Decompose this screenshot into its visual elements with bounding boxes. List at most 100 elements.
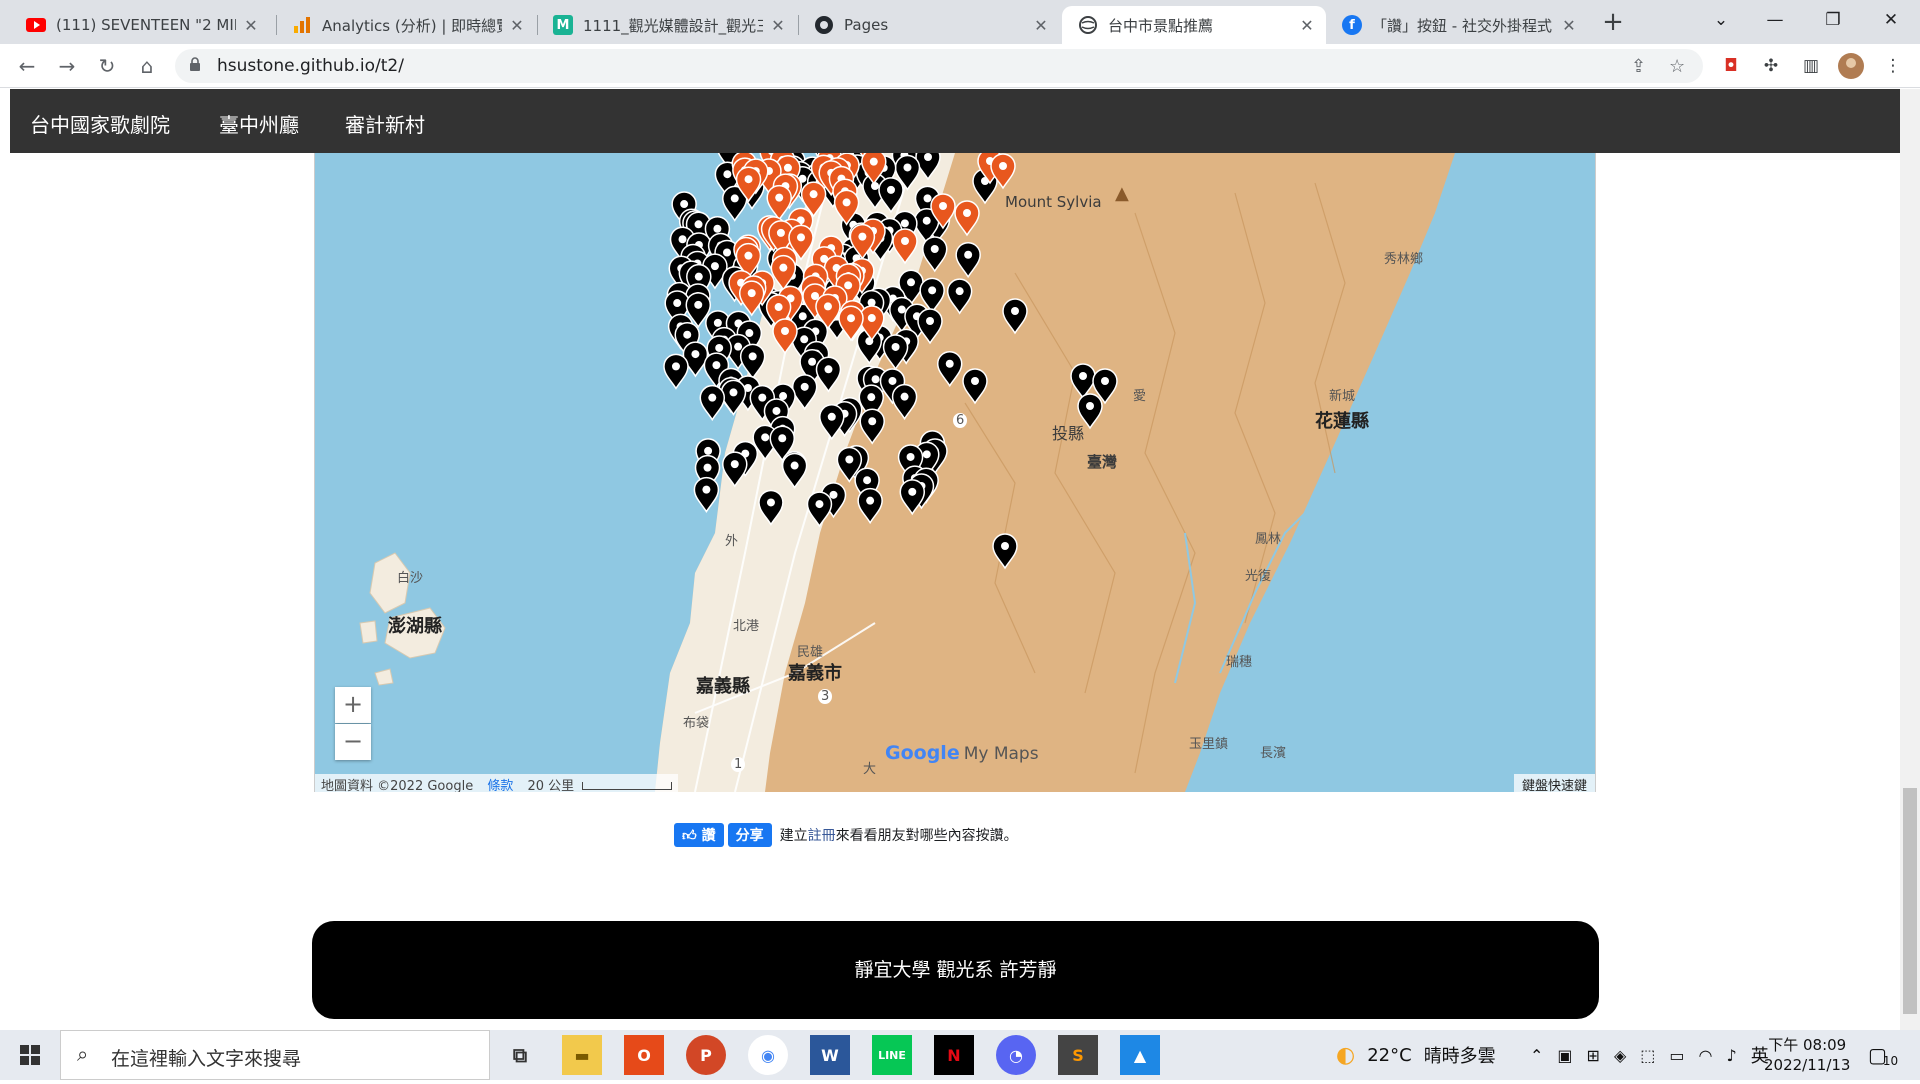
map-label-xiulin: 秀林鄉 <box>1384 252 1424 267</box>
close-tab-icon[interactable]: ✕ <box>1032 16 1050 35</box>
map-label-baisha: 白沙 <box>397 571 424 586</box>
chevron-up-icon[interactable]: ⌃ <box>1530 1046 1543 1065</box>
zoom-in-button[interactable]: + <box>335 687 371 723</box>
address-bar[interactable]: hsustone.github.io/t2/ ⇪ ☆ <box>175 49 1703 83</box>
tab-title: Analytics (分析) | 即時總覽 <box>322 16 502 35</box>
extensions-icon[interactable]: ✣ <box>1758 53 1784 79</box>
google-my-map[interactable]: Mount Sylvia ▲ 秀林鄉 新城 花蓮縣 臺灣 投縣 鳳林 光復 瑞穗… <box>314 153 1596 792</box>
taskbar-search-input[interactable]: ⌕ 在這裡輸入文字來搜尋 <box>60 1030 490 1080</box>
map-label-fenglin: 鳳林 <box>1255 532 1282 547</box>
map-label-ruisui: 瑞穗 <box>1226 655 1253 670</box>
tray-app-icon[interactable]: ▣ <box>1557 1046 1572 1065</box>
page-scrollbar[interactable] <box>1900 89 1920 1030</box>
netflix-icon[interactable]: N <box>934 1035 974 1075</box>
tab-active[interactable]: 台中市景點推薦 ✕ <box>1062 6 1326 44</box>
office-icon[interactable]: O <box>624 1035 664 1075</box>
tab-title: (111) SEVENTEEN "2 MINU <box>56 16 236 34</box>
weather-widget[interactable]: ◐ 22°C 晴時多雲 <box>1336 1030 1496 1080</box>
messenger-icon[interactable]: ◔ <box>996 1035 1036 1075</box>
battery-icon[interactable]: ▭ <box>1669 1046 1684 1065</box>
map-label-county: 投縣 <box>1052 424 1085 443</box>
home-icon[interactable]: ⌂ <box>132 51 162 81</box>
line-icon[interactable]: LINE <box>872 1035 912 1075</box>
close-tab-icon[interactable]: ✕ <box>1298 16 1316 35</box>
tab-youtube[interactable]: (111) SEVENTEEN "2 MINU ✕ <box>10 6 270 44</box>
map-marker[interactable] <box>663 353 689 390</box>
close-tab-icon[interactable]: ✕ <box>769 16 787 35</box>
back-icon[interactable]: ← <box>12 51 42 81</box>
tab-title: 「讚」按鈕 - 社交外掛程式 <box>1372 16 1552 35</box>
notification-center[interactable]: ▢ 10 <box>1868 1030 1898 1080</box>
tab-facebook[interactable]: f 「讚」按鈕 - 社交外掛程式 ✕ <box>1326 6 1588 44</box>
wifi-icon[interactable]: ◠ <box>1699 1046 1713 1065</box>
chrome-icon[interactable]: ◉ <box>748 1035 788 1075</box>
map-label-chiayi-county: 嘉義縣 <box>696 676 750 697</box>
scrollbar-thumb[interactable] <box>1903 788 1917 1014</box>
close-window-button[interactable]: ✕ <box>1868 0 1914 40</box>
like-button[interactable]: 👍︎ 讚 <box>674 823 724 847</box>
keyboard-shortcuts-link[interactable]: 鍵盤快速鍵 <box>1513 774 1595 792</box>
share-button[interactable]: 分享 <box>727 823 772 847</box>
close-tab-icon[interactable]: ✕ <box>1560 16 1578 35</box>
scale-bar <box>582 782 673 790</box>
facebook-icon: f <box>1342 15 1362 35</box>
tab-analytics[interactable]: Analytics (分析) | 即時總覽 ✕ <box>276 6 536 44</box>
site-navbar: 台中國家歌劇院 臺中州廳 審計新村 <box>10 89 1900 153</box>
map-marker[interactable] <box>766 184 792 222</box>
file-explorer-icon[interactable]: ▬ <box>562 1035 602 1075</box>
map-marker[interactable] <box>693 476 720 514</box>
close-tab-icon[interactable]: ✕ <box>242 16 260 35</box>
nav-item-opera-house[interactable]: 台中國家歌劇院 <box>30 109 170 138</box>
facebook-like-row: 👍︎ 讚 分享 建立註冊來看看朋友對哪些內容按讚。 <box>674 823 1018 847</box>
new-tab-button[interactable]: + <box>1598 8 1628 38</box>
close-tab-icon[interactable]: ✕ <box>508 16 526 35</box>
browser-toolbar: ← → ↻ ⌂ hsustone.github.io/t2/ ⇪ ☆ ◘ ✣ ▥… <box>0 44 1920 88</box>
nav-item-audit-village[interactable]: 審計新村 <box>345 109 425 138</box>
photos-icon[interactable]: ▲ <box>1120 1035 1160 1075</box>
avatar[interactable] <box>1838 53 1864 79</box>
reload-icon[interactable]: ↻ <box>92 51 122 81</box>
map-label-partial-wai: 外 <box>725 534 739 549</box>
lock-icon <box>190 57 200 71</box>
mountain-peak-icon: ▲ <box>1115 183 1129 204</box>
tab-pages[interactable]: Pages ✕ <box>798 6 1060 44</box>
minimize-button[interactable]: — <box>1752 0 1798 40</box>
powerpoint-icon[interactable]: P <box>686 1035 726 1075</box>
pocket-icon[interactable]: ◘ <box>1718 53 1744 79</box>
youtube-icon <box>26 15 46 35</box>
clock[interactable]: 下午 08:09 2022/11/13 <box>1764 1030 1850 1080</box>
tab-search-icon[interactable]: ⌄ <box>1698 0 1744 40</box>
forward-icon[interactable]: → <box>52 51 82 81</box>
system-tray: ⌃ ▣ ⊞ ◈ ⬚ ▭ ◠ ♪ 英 <box>1530 1030 1769 1080</box>
zoom-out-button[interactable]: − <box>335 724 371 760</box>
map-attribution: 地圖資料 ©2022 Google 條款 20 公里 <box>315 774 679 792</box>
map-label-xincheng: 新城 <box>1329 389 1356 404</box>
tray-security-icon[interactable]: ◈ <box>1614 1046 1626 1065</box>
volume-icon[interactable]: ♪ <box>1726 1046 1736 1065</box>
task-view-icon[interactable]: ⧉ <box>500 1035 540 1075</box>
side-panel-icon[interactable]: ▥ <box>1798 53 1824 79</box>
windows-icon <box>20 1045 40 1065</box>
nav-item-prefectural-hall[interactable]: 臺中州廳 <box>219 109 299 138</box>
globe-icon <box>1078 15 1098 35</box>
like-prompt: 建立註冊來看看朋友對哪些內容按讚。 <box>779 828 1018 844</box>
terms-link[interactable]: 條款 <box>487 779 513 792</box>
sublime-icon[interactable]: S <box>1058 1035 1098 1075</box>
restore-button[interactable]: ❐ <box>1810 0 1856 40</box>
signup-link[interactable]: 註冊 <box>808 828 836 844</box>
tab-m[interactable]: M 1111_觀光媒體設計_觀光三 ✕ <box>537 6 797 44</box>
menu-icon[interactable]: ⋮ <box>1880 53 1906 79</box>
map-label-yuli: 玉里鎮 <box>1189 737 1229 752</box>
share-icon[interactable]: ⇪ <box>1631 56 1646 77</box>
scale-label: 20 公里 <box>527 779 575 792</box>
tray-device-icon[interactable]: ⬚ <box>1640 1046 1655 1065</box>
tray-network-icon[interactable]: ⊞ <box>1587 1046 1600 1065</box>
bookmark-star-icon[interactable]: ☆ <box>1669 56 1685 77</box>
analytics-icon <box>292 15 312 35</box>
map-marker[interactable] <box>699 384 726 422</box>
start-button[interactable] <box>0 1030 60 1080</box>
word-icon[interactable]: W <box>810 1035 850 1075</box>
map-label-budai: 布袋 <box>683 716 710 731</box>
tab-title: 台中市景點推薦 <box>1108 16 1214 35</box>
map-label-mount-sylvia: Mount Sylvia <box>1005 193 1102 211</box>
